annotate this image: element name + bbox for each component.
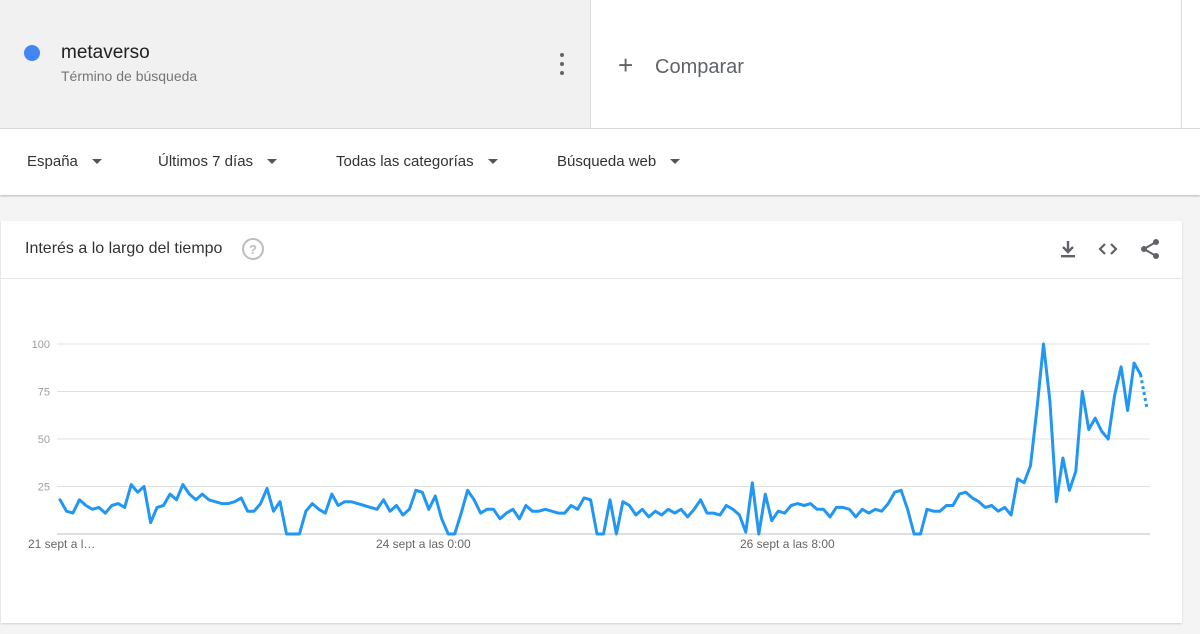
caret-down-icon <box>487 159 498 164</box>
y-tick-label: 25 <box>38 482 50 494</box>
x-axis-ticks: 21 sept a l… 24 sept a las 0:00 26 sept a … <box>28 537 835 551</box>
chart-grid <box>57 343 1150 535</box>
x-tick-label: 24 sept a las 0:00 <box>376 537 471 551</box>
y-tick-label: 50 <box>38 434 50 446</box>
filter-region-label: España <box>27 153 78 170</box>
caret-down-icon <box>91 159 102 164</box>
filter-bar: España Últimos 7 días Todas las categorí… <box>0 129 1200 195</box>
filter-search-type[interactable]: Búsqueda web <box>557 153 681 170</box>
chart-title: Interés a lo largo del tiempo <box>25 240 223 257</box>
compare-button[interactable]: + Comparar <box>591 0 1182 129</box>
search-term-card: metaverso Término de búsqueda <box>0 0 591 129</box>
filter-category-label: Todas las categorías <box>336 153 474 170</box>
y-tick-label: 75 <box>38 387 50 399</box>
compare-label: Comparar <box>655 56 744 78</box>
share-icon[interactable] <box>1138 237 1162 261</box>
filter-region[interactable]: España <box>27 153 102 170</box>
chart-header: Interés a lo largo del tiempo ? <box>1 221 1182 279</box>
filter-search-type-label: Búsqueda web <box>557 153 657 170</box>
term-type-label: Término de búsqueda <box>61 68 198 84</box>
help-icon[interactable]: ? <box>242 238 264 260</box>
x-tick-label: 26 sept a las 8:00 <box>740 537 835 551</box>
caret-down-icon <box>670 159 681 164</box>
x-tick-label: 21 sept a l… <box>28 537 95 551</box>
embed-code-icon[interactable] <box>1096 237 1120 261</box>
term-name: metaverso <box>61 42 150 63</box>
more-vert-icon[interactable] <box>553 53 571 75</box>
add-icon: + <box>618 50 634 80</box>
caret-down-icon <box>267 159 278 164</box>
header-edge <box>1182 0 1200 129</box>
interest-over-time-card: Interés a lo largo del tiempo ? 25 50 75 10… <box>1 221 1182 623</box>
filter-category[interactable]: Todas las categorías <box>336 153 498 170</box>
download-icon[interactable] <box>1056 237 1080 261</box>
interest-line-chart: 25 50 75 100 21 sept a l… 24 sept a las 0:00… <box>28 339 1150 551</box>
filter-time-range-label: Últimos 7 días <box>158 153 254 170</box>
filter-time-range[interactable]: Últimos 7 días <box>158 153 278 170</box>
y-tick-label: 100 <box>32 339 50 351</box>
y-axis-ticks: 25 50 75 100 <box>32 339 50 494</box>
term-color-dot <box>24 45 40 61</box>
